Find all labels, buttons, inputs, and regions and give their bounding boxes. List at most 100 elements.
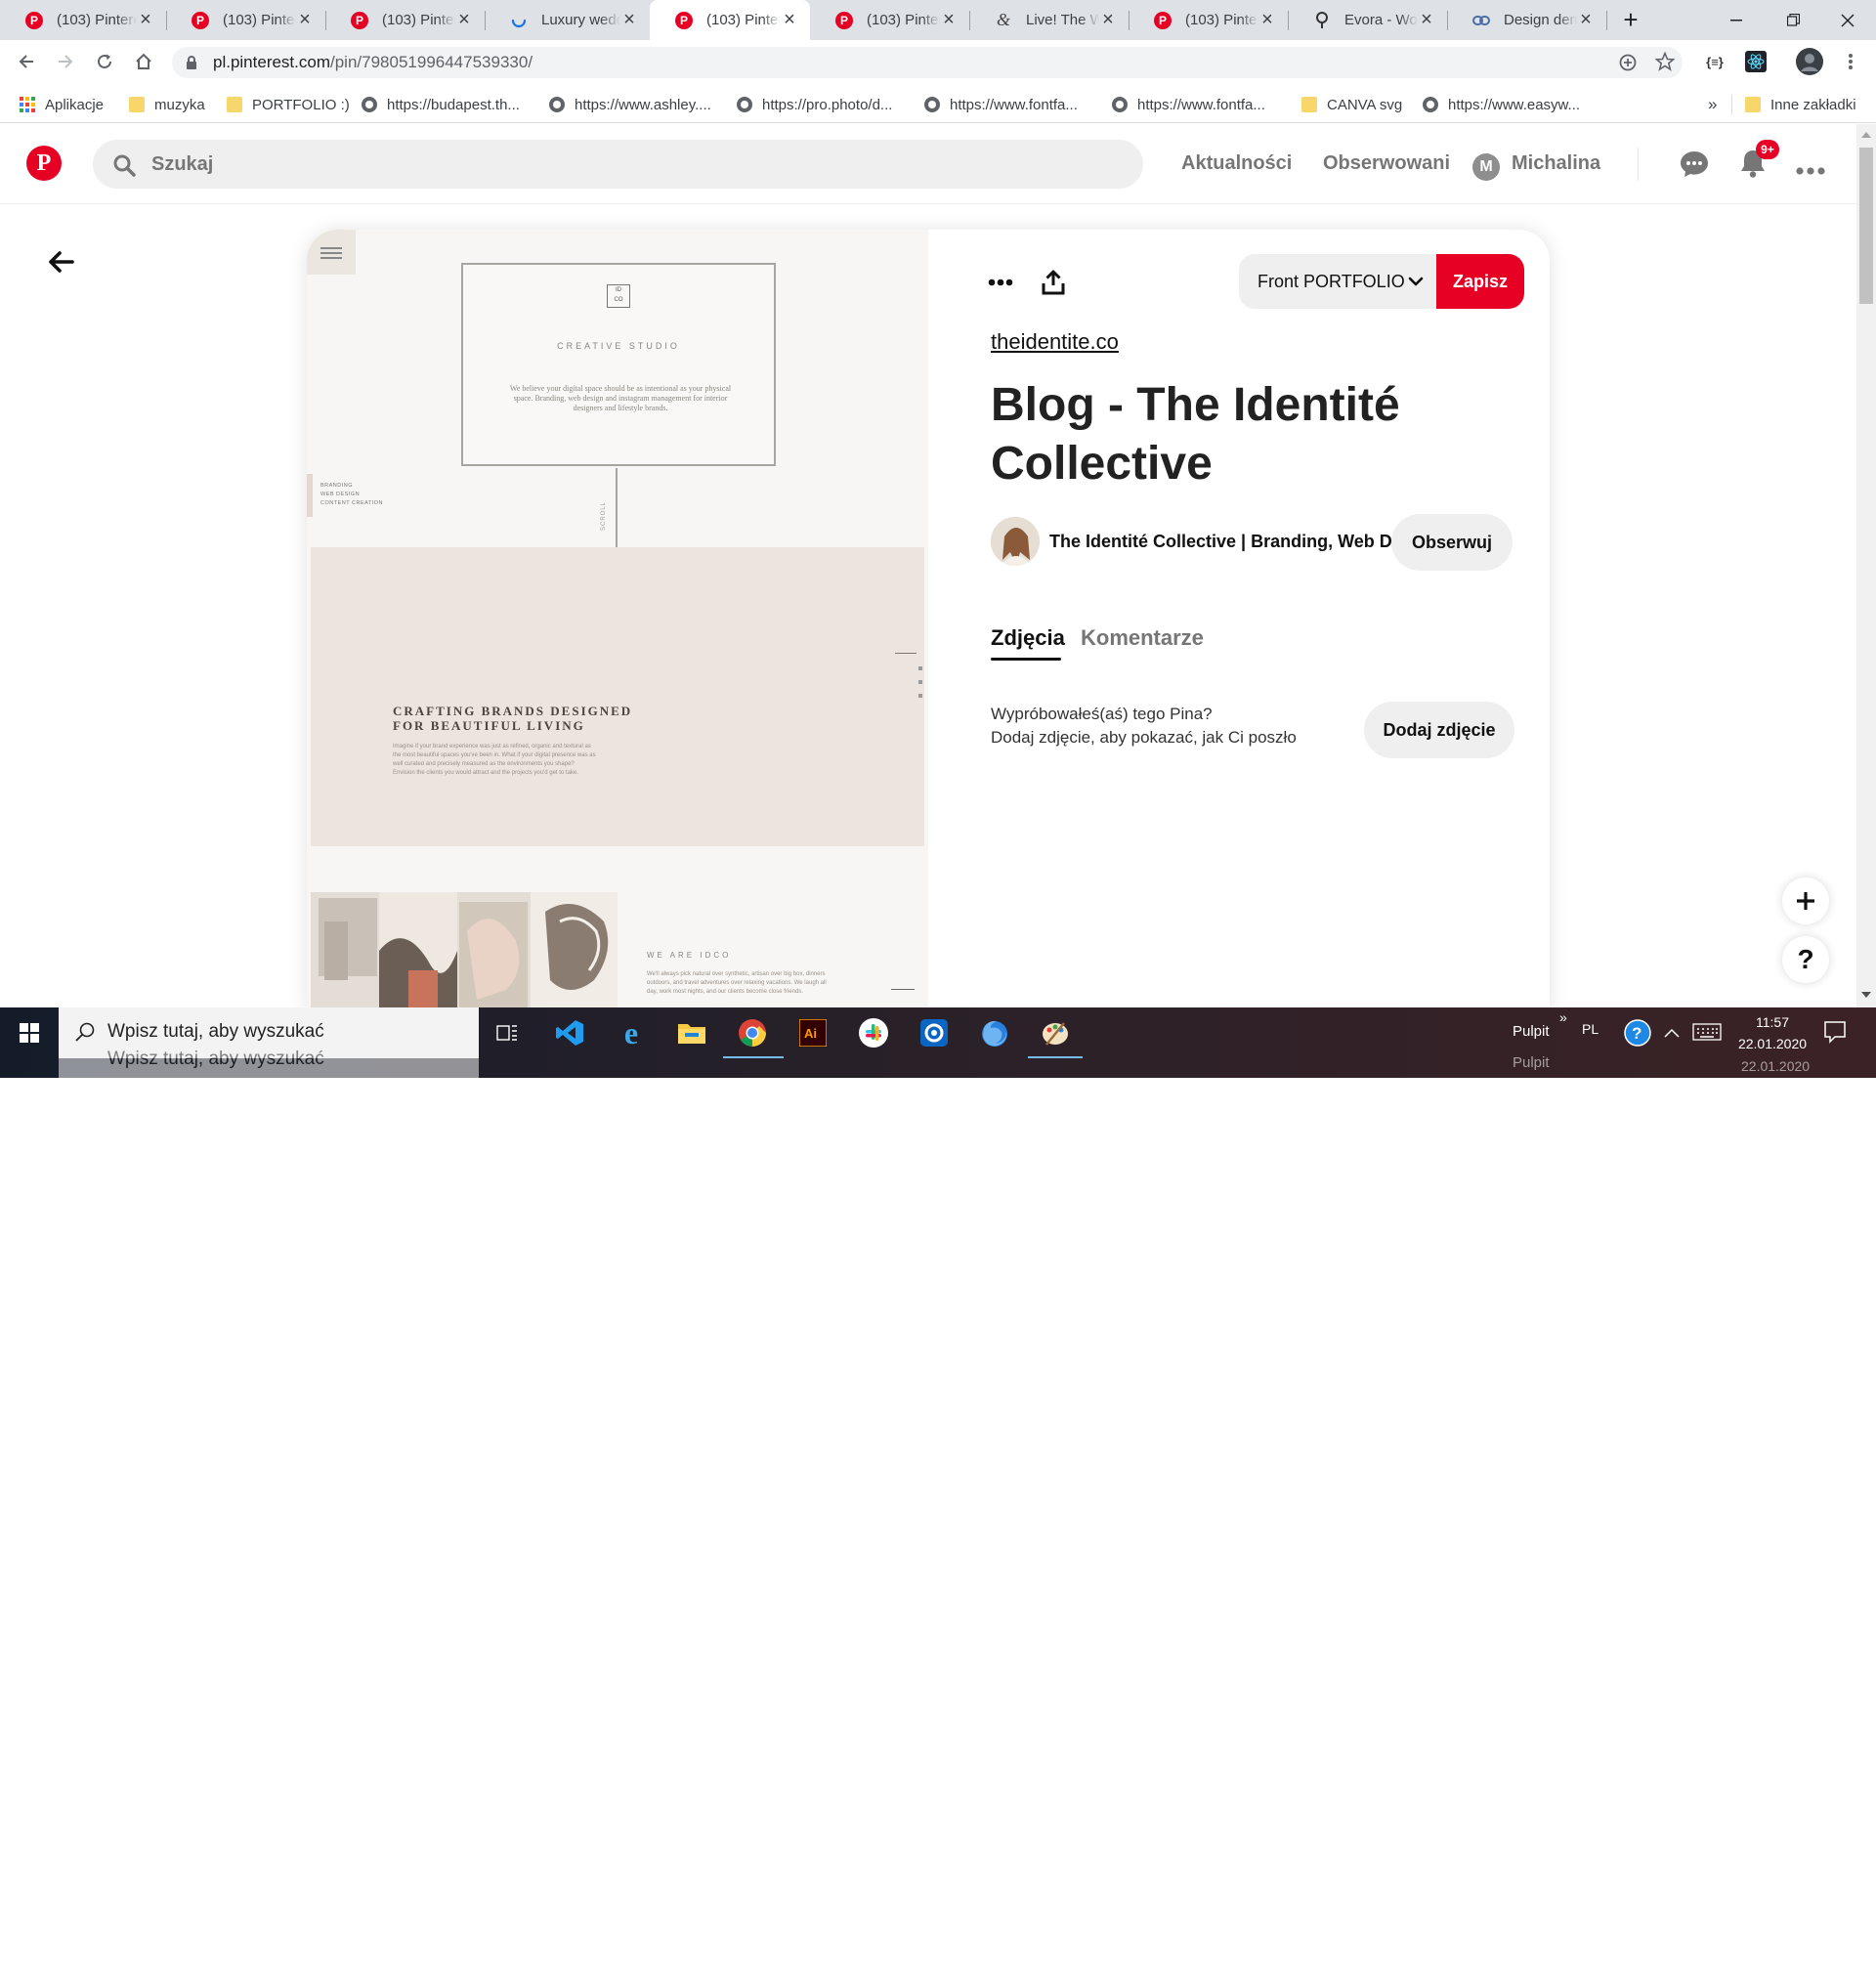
bookmarks-overflow-button[interactable]: » <box>1708 95 1717 114</box>
image-scroll-label: SCROLL <box>601 500 607 531</box>
browser-tab[interactable]: P (103) Pinterest × <box>810 0 969 40</box>
pinterest-logo-icon[interactable]: P <box>26 146 62 181</box>
url-path: /pin/798051996447539330/ <box>330 53 533 71</box>
close-tab-icon[interactable]: × <box>137 9 154 31</box>
show-hidden-icons-chevron-icon[interactable] <box>1664 1025 1680 1043</box>
bookmark-apps[interactable]: Aplikacje <box>20 95 104 114</box>
lock-icon[interactable] <box>186 55 197 75</box>
sourcetree-icon[interactable] <box>916 1015 953 1050</box>
image-about-text: We'll always pick natural over synthetic… <box>647 971 827 995</box>
pin-image[interactable]: ID CO CREATIVE STUDIO We believe your dig… <box>307 230 928 1011</box>
board-select-dropdown[interactable]: Front PORTFOLIO <box>1239 254 1440 309</box>
browser-tab[interactable]: P (103) Pinterest × <box>1129 0 1288 40</box>
restore-window-button[interactable] <box>1765 0 1821 40</box>
add-photo-button[interactable]: Dodaj zdjęcie <box>1364 702 1514 758</box>
bookmark-folder[interactable]: PORTFOLIO :) <box>227 95 350 114</box>
browser-tab[interactable]: P (103) Pinterest × <box>0 0 166 40</box>
more-options-icon[interactable] <box>1796 162 1825 180</box>
nav-user-profile[interactable]: Michalina <box>1512 152 1600 175</box>
close-window-button[interactable] <box>1819 0 1876 40</box>
close-tab-icon[interactable]: × <box>1577 9 1595 31</box>
close-tab-icon[interactable]: × <box>1258 9 1276 31</box>
extension-json-icon[interactable]: {≡} <box>1697 44 1732 79</box>
close-tab-icon[interactable]: × <box>1099 9 1117 31</box>
show-desktop-button[interactable] <box>1870 1007 1876 1058</box>
reload-button[interactable] <box>87 44 122 79</box>
nav-following[interactable]: Obserwowani <box>1323 152 1450 175</box>
desktop-toolbar-label[interactable]: Pulpit <box>1513 1023 1550 1040</box>
chrome-icon[interactable] <box>734 1015 771 1050</box>
messages-icon[interactable] <box>1679 150 1710 184</box>
creator-name[interactable]: The Identité Collective | Branding, Web … <box>1049 532 1407 552</box>
image-nav-item: WEB DESIGN <box>320 492 361 497</box>
action-center-icon[interactable] <box>1823 1020 1847 1049</box>
bookmark-link[interactable]: https://www.ashley.... <box>549 95 711 114</box>
bookmark-folder[interactable]: muzyka <box>129 95 205 114</box>
browser-tab[interactable]: Evora - WordPress × <box>1288 0 1447 40</box>
bookmark-link[interactable]: https://www.fontfa... <box>924 95 1078 114</box>
share-upload-icon[interactable] <box>1030 259 1077 306</box>
other-bookmarks[interactable]: Inne zakładki <box>1745 95 1856 114</box>
bookmark-label: Aplikacje <box>45 96 105 113</box>
tab-divider <box>1606 11 1607 30</box>
help-tray-icon[interactable]: ? <box>1624 1019 1651 1051</box>
help-button[interactable]: ? <box>1782 936 1829 983</box>
browser-menu-icon[interactable] <box>1833 44 1868 79</box>
page-scrollbar[interactable] <box>1856 124 1876 1007</box>
close-tab-icon[interactable]: × <box>781 9 798 31</box>
close-tab-icon[interactable]: × <box>940 9 958 31</box>
task-view-icon[interactable] <box>489 1015 526 1050</box>
browser-tab[interactable]: P (103) Pinterest × <box>325 0 485 40</box>
add-to-page-icon[interactable] <box>1618 53 1638 77</box>
bookmark-link[interactable]: https://pro.photo/d... <box>737 95 892 114</box>
windows-start-button[interactable] <box>0 1007 59 1058</box>
close-tab-icon[interactable]: × <box>296 9 314 31</box>
new-tab-button[interactable]: + <box>1608 0 1653 40</box>
forward-button[interactable] <box>48 44 83 79</box>
close-tab-icon[interactable]: × <box>455 9 473 31</box>
tab-photos[interactable]: Zdjęcia <box>991 625 1065 651</box>
tab-comments[interactable]: Komentarze <box>1081 625 1204 651</box>
profile-avatar[interactable] <box>1792 44 1827 79</box>
file-explorer-icon[interactable] <box>673 1015 710 1050</box>
back-button[interactable] <box>9 44 44 79</box>
bookmark-star-icon[interactable] <box>1654 51 1676 76</box>
bookmark-folder[interactable]: CANVA svg <box>1301 95 1402 114</box>
slack-icon[interactable] <box>855 1015 892 1050</box>
follow-button[interactable]: Obserwuj <box>1391 514 1513 571</box>
bookmark-link[interactable]: https://www.fontfa... <box>1112 95 1265 114</box>
firefox-icon[interactable] <box>976 1015 1013 1050</box>
browser-tab[interactable]: Luxury wedding × <box>485 0 650 40</box>
user-avatar[interactable]: M <box>1472 153 1500 181</box>
language-indicator[interactable]: PL <box>1582 1021 1599 1037</box>
save-button[interactable]: Zapisz <box>1436 254 1524 309</box>
browser-tab[interactable]: Design demo × <box>1447 0 1606 40</box>
creator-avatar[interactable] <box>991 517 1040 566</box>
nav-news[interactable]: Aktualności <box>1181 152 1292 175</box>
browser-tab[interactable]: P (103) Pinterest × <box>166 0 325 40</box>
system-clock[interactable]: 11:57 22.01.2020 <box>1733 1011 1812 1054</box>
illustrator-icon[interactable]: Ai <box>794 1015 831 1050</box>
keyboard-icon[interactable] <box>1692 1023 1722 1046</box>
bookmark-link[interactable]: https://budapest.th... <box>362 95 520 114</box>
minimize-window-button[interactable] <box>1708 0 1765 40</box>
edge-icon[interactable]: e <box>613 1015 650 1050</box>
browser-tab-active[interactable]: P (103) Pinterest × <box>650 0 810 40</box>
search-input[interactable]: Szukaj <box>93 140 1143 189</box>
address-bar[interactable]: pl.pinterest.com/pin/798051996447539330/ <box>172 47 1683 78</box>
create-plus-button[interactable] <box>1782 878 1829 924</box>
paint-palette-icon[interactable] <box>1037 1015 1074 1050</box>
bookmark-link[interactable]: https://www.easyw... <box>1423 95 1580 114</box>
home-button[interactable] <box>126 44 161 79</box>
more-actions-icon[interactable] <box>977 259 1024 306</box>
globe-icon <box>362 97 377 112</box>
vscode-icon[interactable] <box>551 1015 588 1050</box>
browser-tab[interactable]: & Live! The Wedding × <box>969 0 1129 40</box>
toolbar-overflow-icon[interactable]: » <box>1559 1009 1567 1025</box>
back-arrow-icon[interactable] <box>43 244 78 279</box>
scrollbar-thumb[interactable] <box>1859 148 1873 304</box>
close-tab-icon[interactable]: × <box>620 9 638 31</box>
close-tab-icon[interactable]: × <box>1418 9 1435 31</box>
source-link[interactable]: theidentite.co <box>991 329 1119 355</box>
extension-react-icon[interactable] <box>1738 44 1773 79</box>
